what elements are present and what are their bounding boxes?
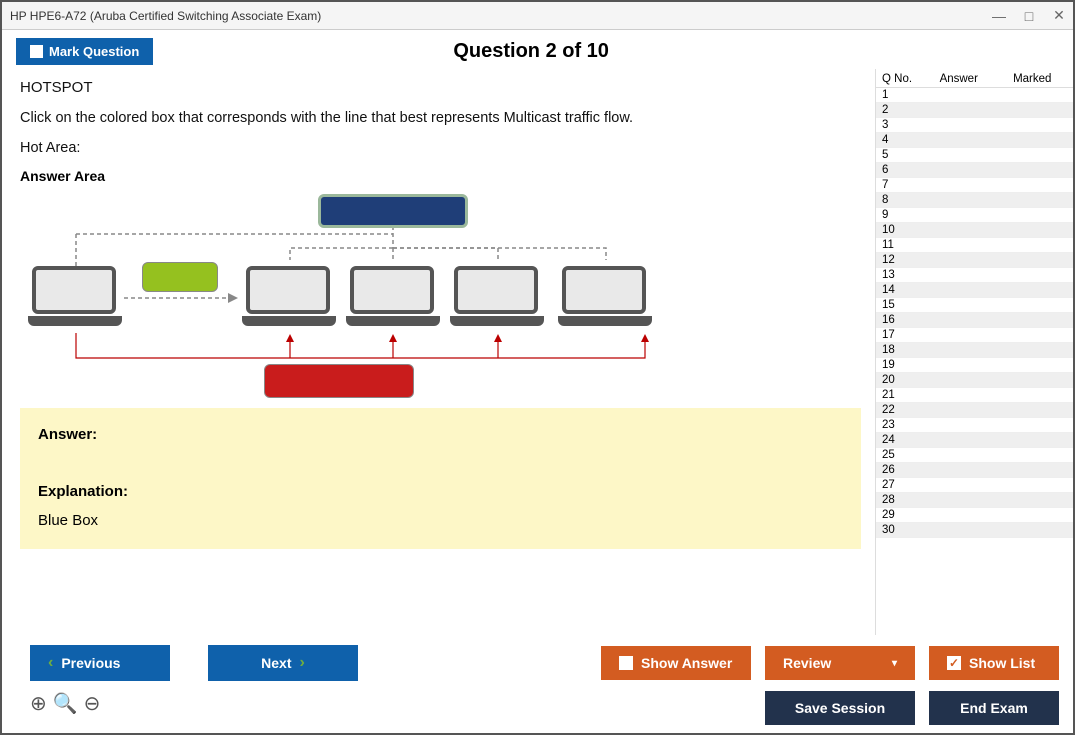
question-list-panel: Q No. Answer Marked 12345678910111213141…	[875, 69, 1073, 635]
list-row[interactable]: 5	[876, 148, 1073, 163]
explanation-body: Blue Box	[38, 512, 843, 529]
list-row[interactable]: 25	[876, 448, 1073, 463]
previous-label: Previous	[61, 655, 120, 671]
close-icon[interactable]: ✕	[1053, 10, 1065, 22]
list-row[interactable]: 15	[876, 298, 1073, 313]
list-row[interactable]: 8	[876, 193, 1073, 208]
question-text: HOTSPOT Click on the colored box that co…	[20, 73, 861, 156]
checkmark-icon: ✓	[947, 656, 961, 670]
checkbox-icon	[619, 656, 633, 670]
hotspot-diagram	[20, 188, 861, 398]
question-counter: Question 2 of 10	[153, 40, 909, 63]
save-session-button[interactable]: Save Session	[765, 691, 915, 725]
laptop-icon	[242, 266, 334, 326]
list-row[interactable]: 22	[876, 403, 1073, 418]
list-row[interactable]: 11	[876, 238, 1073, 253]
end-exam-button[interactable]: End Exam	[929, 691, 1059, 725]
list-row[interactable]: 26	[876, 463, 1073, 478]
list-row[interactable]: 21	[876, 388, 1073, 403]
list-row[interactable]: 12	[876, 253, 1073, 268]
show-answer-button[interactable]: Show Answer	[601, 646, 751, 680]
list-row[interactable]: 6	[876, 163, 1073, 178]
footer-row2: ⊕ 🔍 ⊖ Save Session End Exam	[2, 691, 1073, 733]
hot-area-label: Hot Area:	[20, 140, 861, 156]
chevron-left-icon: ‹	[48, 654, 53, 672]
zoom-reset-icon[interactable]: 🔍	[53, 691, 78, 725]
window-title: HP HPE6-A72 (Aruba Certified Switching A…	[10, 9, 993, 23]
list-row[interactable]: 13	[876, 268, 1073, 283]
list-row[interactable]: 17	[876, 328, 1073, 343]
list-row[interactable]: 24	[876, 433, 1073, 448]
list-row[interactable]: 29	[876, 508, 1073, 523]
list-row[interactable]: 10	[876, 223, 1073, 238]
question-type: HOTSPOT	[20, 79, 861, 96]
list-row[interactable]: 4	[876, 133, 1073, 148]
minimize-icon[interactable]: —	[993, 10, 1005, 22]
list-body[interactable]: 1234567891011121314151617181920212223242…	[876, 88, 1073, 635]
previous-button[interactable]: ‹ Previous	[30, 645, 170, 681]
red-box-hotspot[interactable]	[264, 364, 414, 398]
answer-heading: Answer:	[38, 426, 843, 443]
show-answer-label: Show Answer	[641, 655, 732, 671]
col-marked: Marked	[996, 73, 1070, 85]
window-controls: — □ ✕	[993, 10, 1065, 22]
explanation-heading: Explanation:	[38, 483, 843, 500]
laptop-icon	[28, 266, 120, 326]
answer-panel: Answer: Explanation: Blue Box	[20, 408, 861, 549]
maximize-icon[interactable]: □	[1023, 10, 1035, 22]
zoom-controls: ⊕ 🔍 ⊖	[30, 691, 100, 725]
review-dropdown[interactable]: Review ▾	[765, 646, 915, 680]
show-list-button[interactable]: ✓ Show List	[929, 646, 1059, 680]
list-row[interactable]: 1	[876, 88, 1073, 103]
mark-question-button[interactable]: Mark Question	[16, 38, 153, 65]
list-header: Q No. Answer Marked	[876, 69, 1073, 88]
chevron-right-icon: ›	[300, 654, 305, 672]
list-row[interactable]: 2	[876, 103, 1073, 118]
review-label: Review	[783, 655, 831, 671]
list-row[interactable]: 27	[876, 478, 1073, 493]
col-answer: Answer	[922, 73, 996, 85]
titlebar: HP HPE6-A72 (Aruba Certified Switching A…	[2, 2, 1073, 30]
laptop-icon	[346, 266, 438, 326]
checkbox-icon	[30, 45, 43, 58]
arrow-icon	[120, 288, 250, 308]
answer-area-heading: Answer Area	[20, 168, 861, 184]
next-button[interactable]: Next ›	[208, 645, 358, 681]
save-session-label: Save Session	[795, 700, 885, 716]
list-row[interactable]: 7	[876, 178, 1073, 193]
laptop-icon	[558, 266, 650, 326]
question-body: Click on the colored box that correspond…	[20, 110, 861, 126]
end-exam-label: End Exam	[960, 700, 1028, 716]
zoom-in-icon[interactable]: ⊕	[30, 691, 47, 725]
list-row[interactable]: 9	[876, 208, 1073, 223]
list-row[interactable]: 20	[876, 373, 1073, 388]
blue-box-hotspot[interactable]	[318, 194, 468, 228]
zoom-out-icon[interactable]: ⊖	[84, 691, 101, 725]
chevron-down-icon: ▾	[892, 658, 897, 669]
question-pane: HOTSPOT Click on the colored box that co…	[2, 69, 875, 635]
mark-question-label: Mark Question	[49, 44, 139, 59]
col-qno: Q No.	[882, 73, 922, 85]
list-row[interactable]: 30	[876, 523, 1073, 538]
list-row[interactable]: 19	[876, 358, 1073, 373]
main-area: HOTSPOT Click on the colored box that co…	[2, 69, 1073, 635]
next-label: Next	[261, 655, 291, 671]
app-window: HP HPE6-A72 (Aruba Certified Switching A…	[0, 0, 1075, 735]
list-row[interactable]: 16	[876, 313, 1073, 328]
list-row[interactable]: 18	[876, 343, 1073, 358]
laptop-icon	[450, 266, 542, 326]
header-row: Mark Question Question 2 of 10	[2, 30, 1073, 69]
footer-row1: ‹ Previous Next › Show Answer Review ▾ ✓…	[2, 635, 1073, 691]
list-row[interactable]: 23	[876, 418, 1073, 433]
list-row[interactable]: 3	[876, 118, 1073, 133]
list-row[interactable]: 28	[876, 493, 1073, 508]
list-row[interactable]: 14	[876, 283, 1073, 298]
show-list-label: Show List	[969, 655, 1035, 671]
